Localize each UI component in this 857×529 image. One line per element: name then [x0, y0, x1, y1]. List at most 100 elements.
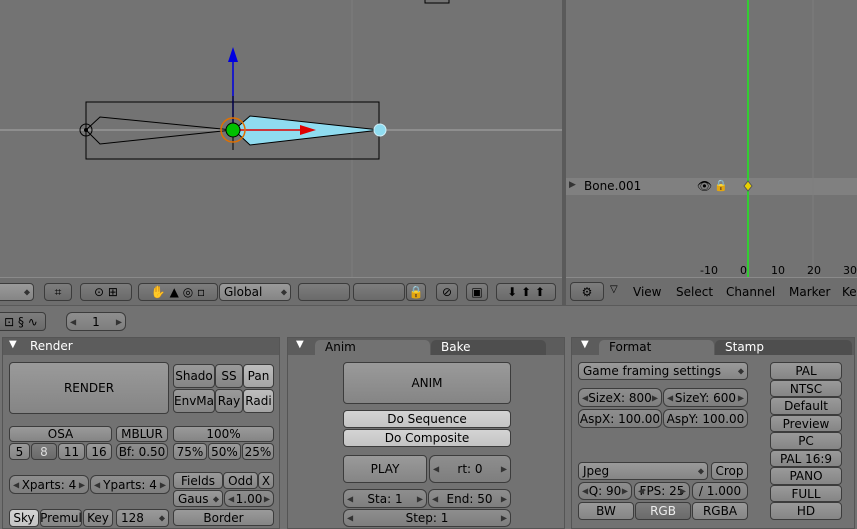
action-editor-canvas[interactable] [566, 0, 857, 277]
border-toggle[interactable]: Border [173, 509, 274, 526]
expand-triangle-icon[interactable]: ▶ [569, 180, 576, 190]
bits-select[interactable]: 128 ◆ [116, 509, 169, 527]
premul-toggle[interactable]: Premul [40, 509, 82, 527]
do-sequence-toggle[interactable]: Do Sequence [343, 410, 511, 428]
preset-pal[interactable]: PAL [770, 362, 842, 380]
ruler-label: 0 [740, 264, 747, 277]
onion-skin-icons[interactable]: ⬇ ⬆ ⬆ [496, 283, 556, 301]
sizey-field[interactable]: ◀ SizeY: 600 ▶ [663, 388, 748, 407]
tab-format[interactable]: Format [599, 340, 714, 355]
file-format-select[interactable]: Jpeg ◆ [578, 462, 708, 480]
pivot-icon[interactable]: ⊙ ⊞ [80, 283, 132, 301]
anim-button[interactable]: ANIM [343, 362, 511, 404]
viewport-canvas[interactable] [0, 0, 562, 277]
layer-buttons-1[interactable] [298, 283, 350, 301]
preset-ntsc[interactable]: NTSC [770, 380, 842, 397]
orientation-select[interactable]: Global ◆ [219, 283, 291, 301]
key-toggle[interactable]: Key [83, 509, 113, 527]
fps-base-field[interactable]: / 1.000 [692, 482, 748, 500]
step-field[interactable]: ◀ Step: 1 ▶ [343, 509, 511, 527]
layer-buttons-2[interactable] [353, 283, 405, 301]
sky-toggle[interactable]: Sky [9, 509, 39, 527]
3d-viewport[interactable] [0, 0, 562, 277]
action-editor[interactable]: ▶ Bone.001 👁 🔒 -10 0 10 20 30 [566, 0, 857, 277]
osa-level-16[interactable]: 16 [86, 443, 112, 460]
tab-anim[interactable]: Anim [315, 340, 430, 355]
viewport-menu-button[interactable]: ◆ [0, 283, 34, 301]
lock-layer-icon[interactable]: 🔒 [406, 283, 426, 301]
envmap-toggle[interactable]: EnvMa [173, 389, 215, 413]
play-button[interactable]: PLAY [343, 455, 427, 483]
odd-toggle[interactable]: Odd [223, 472, 258, 489]
osa-toggle[interactable]: OSA [9, 426, 112, 442]
ss-toggle[interactable]: SS [215, 364, 243, 388]
osa-level-8[interactable]: 8 [31, 443, 57, 460]
fields-toggle[interactable]: Fields [173, 472, 223, 489]
osa-level-11[interactable]: 11 [58, 443, 85, 460]
ghost-icon[interactable]: ⊘ [436, 283, 458, 301]
size-25-button[interactable]: 25% [242, 443, 274, 460]
bf-field[interactable]: Bf: 0.50 [116, 443, 168, 460]
eye-icon[interactable]: 👁 [697, 179, 712, 193]
preset-pc[interactable]: PC [770, 432, 842, 450]
size-100-button[interactable]: 100% [173, 426, 274, 442]
size-50-button[interactable]: 50% [208, 443, 241, 460]
yparts-field[interactable]: ◀ Yparts: 4 ▶ [90, 475, 170, 494]
object-mode-icon[interactable]: ⌗ [44, 283, 72, 301]
menu-key[interactable]: Ke [842, 285, 857, 299]
rt-field[interactable]: ◀ rt: 0 ▶ [429, 455, 511, 483]
preset-pano[interactable]: PANO [770, 467, 842, 485]
frame-number-field[interactable]: ◀ 1 ▶ [66, 312, 126, 331]
fps-field[interactable]: ◀ FPS: 25 ▶ [634, 482, 690, 500]
lock-icon[interactable]: 🔒 [714, 179, 728, 192]
tab-stamp[interactable]: Stamp [715, 340, 852, 355]
render-panel: ▼ Render RENDER Shado SS Pan EnvMa Ray Ra… [2, 337, 280, 529]
start-frame-field[interactable]: ◀ Sta: 1 ▶ [343, 489, 427, 508]
menu-channel[interactable]: Channel [726, 285, 775, 299]
do-composite-toggle[interactable]: Do Composite [343, 429, 511, 447]
menu-collapse-icon[interactable]: ▽ [610, 284, 618, 295]
radio-toggle[interactable]: Radi [243, 389, 274, 413]
size-75-button[interactable]: 75% [173, 443, 207, 460]
x-toggle[interactable]: X [258, 472, 274, 489]
context-icons[interactable]: ⊡ § ∿ [0, 312, 46, 331]
menu-select[interactable]: Select [676, 285, 713, 299]
editor-type-icon[interactable]: ⚙ [570, 282, 604, 301]
rgba-toggle[interactable]: RGBA [692, 502, 748, 520]
preset-pal-16-9[interactable]: PAL 16:9 [770, 450, 842, 467]
crop-toggle[interactable]: Crop [711, 462, 748, 480]
mblur-toggle[interactable]: MBLUR [116, 426, 168, 442]
render-button[interactable]: RENDER [9, 362, 169, 414]
bw-toggle[interactable]: BW [578, 502, 634, 520]
preset-preview[interactable]: Preview [770, 415, 842, 432]
channel-name[interactable]: Bone.001 [584, 179, 641, 193]
sizex-field[interactable]: ◀ SizeX: 800 ▶ [578, 388, 662, 407]
ruler-label: 20 [807, 264, 821, 277]
ray-toggle[interactable]: Ray [215, 389, 243, 413]
aspx-field[interactable]: AspX: 100.00 [578, 409, 662, 428]
menu-marker[interactable]: Marker [789, 285, 830, 299]
end-frame-field[interactable]: ◀ End: 50 ▶ [428, 489, 511, 508]
filter-size-field[interactable]: ◀ 1.00 ▶ [224, 490, 274, 507]
aspy-field[interactable]: AspY: 100.00 [663, 409, 748, 428]
preset-default[interactable]: Default [770, 397, 842, 415]
collapse-icon[interactable]: ▼ [296, 339, 304, 350]
anim-panel: ▼ Anim Bake ANIM Do Sequence Do Composit… [287, 337, 565, 529]
ruler-label: 30 [843, 264, 857, 277]
preset-full[interactable]: FULL [770, 485, 842, 502]
render-panel-header[interactable]: ▼ Render [3, 338, 279, 355]
xparts-field[interactable]: ◀ Xparts: 4 ▶ [9, 475, 89, 494]
shadow-toggle[interactable]: Shado [173, 364, 215, 388]
rgb-toggle[interactable]: RGB [635, 502, 691, 520]
tab-bake[interactable]: Bake [431, 340, 546, 355]
menu-view[interactable]: View [633, 285, 661, 299]
preset-hd[interactable]: HD [770, 502, 842, 520]
preset-select[interactable]: Game framing settings ◆ [578, 362, 748, 380]
osa-level-5[interactable]: 5 [9, 443, 30, 460]
transform-manipulator-icons[interactable]: ✋ ▲ ◎ ▫ [138, 283, 218, 301]
quality-field[interactable]: ◀ Q: 90 ▶ [578, 482, 632, 500]
collapse-icon[interactable]: ▼ [581, 339, 589, 350]
pan-toggle[interactable]: Pan [243, 364, 274, 388]
render-preview-icon[interactable]: ▣ [466, 283, 488, 301]
filter-select[interactable]: Gaus ◆ [173, 490, 223, 507]
